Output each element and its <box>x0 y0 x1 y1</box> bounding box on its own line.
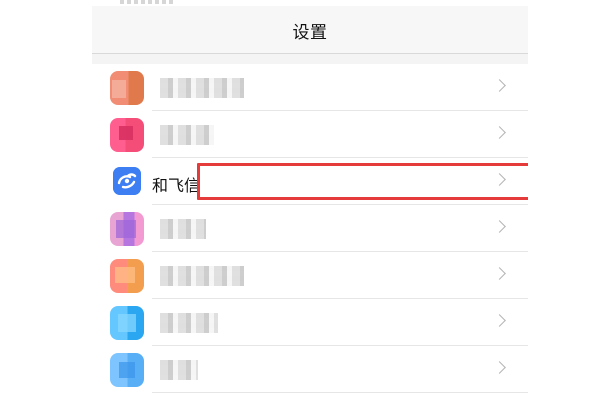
phone-settings-screen: 设置 和飞信 <box>92 0 528 400</box>
chevron-right-icon <box>493 126 506 139</box>
settings-row-2[interactable] <box>92 111 528 158</box>
settings-row-4[interactable] <box>92 205 528 252</box>
screenshot-canvas: 设置 和飞信 <box>0 0 600 400</box>
app-icon <box>110 353 144 387</box>
app-icon <box>110 212 144 246</box>
app-icon <box>110 259 144 293</box>
settings-row-1[interactable] <box>92 64 528 111</box>
settings-row-label: 和飞信 <box>152 176 201 195</box>
section-gap <box>92 54 528 64</box>
page-title: 设置 <box>292 23 328 43</box>
chevron-right-icon <box>493 79 506 92</box>
chevron-right-icon <box>493 267 506 280</box>
obscured-app-name <box>160 266 244 286</box>
chevron-right-icon <box>493 220 506 233</box>
settings-row-5[interactable] <box>92 252 528 299</box>
chevron-right-icon <box>493 314 506 327</box>
obscured-app-name <box>160 360 198 380</box>
chevron-right-icon <box>493 361 506 374</box>
obscured-app-name <box>160 78 244 98</box>
obscured-app-name <box>160 313 218 333</box>
obscured-app-name <box>160 125 214 145</box>
settings-row-6[interactable] <box>92 299 528 346</box>
settings-row-hefeixin[interactable]: 和飞信 <box>92 158 528 205</box>
app-icon <box>110 71 144 105</box>
chevron-right-icon <box>493 173 506 186</box>
hefeixin-app-icon <box>113 167 141 195</box>
hefeixin-app-icon <box>113 167 141 195</box>
app-icon <box>110 118 144 152</box>
obscured-app-name <box>160 219 206 239</box>
status-bar-text <box>120 0 174 4</box>
navigation-bar: 设置 <box>92 6 528 54</box>
settings-row-7[interactable] <box>92 346 528 393</box>
app-icon <box>110 306 144 340</box>
settings-list: 和飞信 <box>92 64 528 400</box>
